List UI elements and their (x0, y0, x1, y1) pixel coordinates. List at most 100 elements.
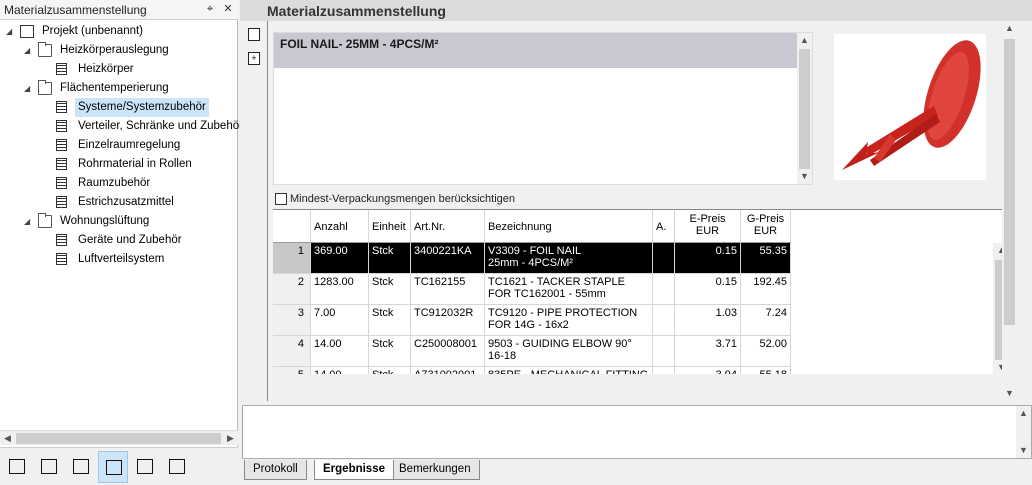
scroll-up-icon[interactable]: ▲ (1002, 21, 1017, 36)
cell-artnr[interactable]: TC912032R (411, 305, 485, 336)
column-header[interactable]: E-Preis EUR (675, 210, 741, 243)
document-view-button[interactable] (98, 451, 128, 483)
scroll-down-icon[interactable]: ▼ (1002, 386, 1017, 401)
list-icon (56, 177, 67, 189)
expand-collapse-icon[interactable]: ◢ (24, 79, 34, 98)
expand-collapse-icon[interactable]: ◢ (6, 22, 16, 41)
cell-artnr[interactable]: TC162155 (411, 274, 485, 305)
description-scrollbar[interactable]: ▲ ▼ (797, 33, 812, 184)
cell-einheit[interactable]: Stck (369, 367, 411, 374)
cell-n[interactable]: 2 (273, 274, 311, 305)
tree-item[interactable]: Verteiler, Schränke und Zubehör (0, 117, 243, 136)
expand-collapse-icon[interactable]: ◢ (24, 41, 34, 60)
tree-item[interactable]: ◢ Heizkörperauslegung (0, 41, 236, 60)
pin-icon[interactable]: ⌖ (203, 2, 217, 16)
cell-a[interactable] (653, 305, 675, 336)
cell-n[interactable]: 4 (273, 336, 311, 367)
tab-bemerkungen[interactable]: Bemerkungen (390, 460, 480, 480)
bezeichnung-line: TC9120 - PIPE PROTECTION (488, 307, 638, 319)
horizontal-scrollbar[interactable]: ◀ ▶ (0, 430, 238, 445)
cell-anzahl[interactable]: 14.00 (311, 367, 369, 374)
cell-gpreis[interactable]: 7.24 (741, 305, 791, 336)
tree-item[interactable]: ◢ Wohnungslüftung (0, 212, 236, 231)
scrollbar-thumb[interactable] (799, 49, 810, 169)
cell-a[interactable] (653, 274, 675, 305)
add-item-icon[interactable]: + (248, 52, 260, 65)
document-icon[interactable] (248, 28, 260, 41)
cell-gpreis[interactable]: 55.18 (741, 367, 791, 374)
cell-einheit[interactable]: Stck (369, 305, 411, 336)
cell-anzahl[interactable]: 7.00 (311, 305, 369, 336)
image-view-button[interactable] (34, 451, 64, 483)
cell-anzahl[interactable]: 1283.00 (311, 274, 369, 305)
scroll-up-icon[interactable]: ▲ (797, 33, 812, 48)
tab-protokoll[interactable]: Protokoll (244, 460, 307, 480)
tree-item[interactable]: ◢ Projekt (unbenannt) (0, 22, 236, 41)
cell-a[interactable] (653, 367, 675, 374)
cell-gpreis[interactable]: 192.45 (741, 274, 791, 305)
output-panel[interactable]: ▲ ▼ (242, 405, 1032, 459)
min-packaging-checkbox-row[interactable]: Mindest-Verpackungsmengen berücksichtige… (275, 192, 515, 206)
cell-bezeichnung[interactable]: 9503 - GUIDING ELBOW 90° 16-18 (485, 336, 653, 367)
cell-epreis[interactable]: 3.94 (675, 367, 741, 374)
column-header[interactable]: Bezeichnung (485, 210, 653, 243)
tree-item[interactable]: ◢ Flächentemperierung (0, 79, 236, 98)
cell-artnr[interactable]: C250008001 (411, 336, 485, 367)
tree-view[interactable]: ◢ Projekt (unbenannt) ◢ Heizkörperauslegung… (0, 22, 243, 427)
tree-item[interactable]: Raumzubehör (0, 174, 236, 193)
tree-item[interactable]: Luftverteilsystem (0, 250, 236, 269)
column-header[interactable]: Art.Nr. (411, 210, 485, 243)
cell-einheit[interactable]: Stck (369, 243, 411, 274)
cell-bezeichnung[interactable]: TC1621 - TACKER STAPLE FOR TC162001 - 55m… (485, 274, 653, 305)
card-view-button[interactable] (162, 451, 192, 483)
expand-collapse-icon[interactable]: ◢ (24, 212, 34, 231)
min-packaging-checkbox[interactable] (275, 193, 287, 206)
cell-epreis[interactable]: 1.03 (675, 305, 741, 336)
table-view-button[interactable] (130, 451, 160, 483)
cell-epreis[interactable]: 3.71 (675, 336, 741, 367)
cell-a[interactable] (653, 336, 675, 367)
layout-view-button[interactable] (66, 451, 96, 483)
scroll-right-icon[interactable]: ▶ (223, 431, 238, 446)
cell-n[interactable]: 5 (273, 367, 311, 374)
scroll-down-icon[interactable]: ▼ (1016, 443, 1031, 458)
cell-gpreis[interactable]: 55.35 (741, 243, 791, 274)
cell-n[interactable]: 1 (273, 243, 311, 274)
list-icon (56, 120, 67, 132)
copy-icon[interactable] (273, 210, 311, 243)
column-header[interactable]: G-Preis EUR (741, 210, 791, 243)
cell-anzahl[interactable]: 14.00 (311, 336, 369, 367)
cell-einheit[interactable]: Stck (369, 274, 411, 305)
output-scrollbar[interactable]: ▲ ▼ (1016, 406, 1031, 458)
cell-epreis[interactable]: 0.15 (675, 274, 741, 305)
tab-ergebnisse[interactable]: Ergebnisse (314, 460, 394, 480)
column-header[interactable]: Einheit (369, 210, 411, 243)
scrollbar-thumb[interactable] (1004, 39, 1015, 325)
cell-bezeichnung[interactable]: TC9120 - PIPE PROTECTION FOR 14G - 16x2 (485, 305, 653, 336)
cell-epreis[interactable]: 0.15 (675, 243, 741, 274)
close-icon[interactable]: ✕ (221, 2, 235, 16)
cell-gpreis[interactable]: 52.00 (741, 336, 791, 367)
tree-item[interactable]: Rohrmaterial in Rollen (0, 155, 236, 174)
tree-item[interactable]: Geräte und Zubehör (0, 231, 236, 250)
tree-item[interactable]: Systeme/Systemzubehör (0, 98, 236, 117)
tree-item[interactable]: Heizkörper (0, 60, 236, 79)
tree-item[interactable]: Einzelraumregelung (0, 136, 236, 155)
cell-n[interactable]: 3 (273, 305, 311, 336)
scroll-down-icon[interactable]: ▼ (797, 169, 812, 184)
tree-item[interactable]: Estrichzusatzmittel (0, 193, 236, 212)
column-header[interactable]: A. (653, 210, 675, 243)
content-scrollbar[interactable]: ▲ ▼ (1002, 21, 1017, 401)
scroll-up-icon[interactable]: ▲ (1016, 406, 1031, 421)
scrollbar-thumb[interactable] (16, 433, 221, 444)
cell-artnr[interactable]: A731002001 (411, 367, 485, 374)
cell-a[interactable] (653, 243, 675, 274)
cell-bezeichnung[interactable]: V3309 - FOIL NAIL 25mm - 4PCS/M² (485, 243, 653, 274)
cell-bezeichnung[interactable]: 835PE - MECHANICAL FITTING (485, 367, 653, 374)
cell-artnr[interactable]: 3400221KA (411, 243, 485, 274)
column-header[interactable]: Anzahl (311, 210, 369, 243)
cell-anzahl[interactable]: 369.00 (311, 243, 369, 274)
scroll-left-icon[interactable]: ◀ (0, 431, 15, 446)
cell-einheit[interactable]: Stck (369, 336, 411, 367)
list-view-button[interactable] (2, 451, 32, 483)
